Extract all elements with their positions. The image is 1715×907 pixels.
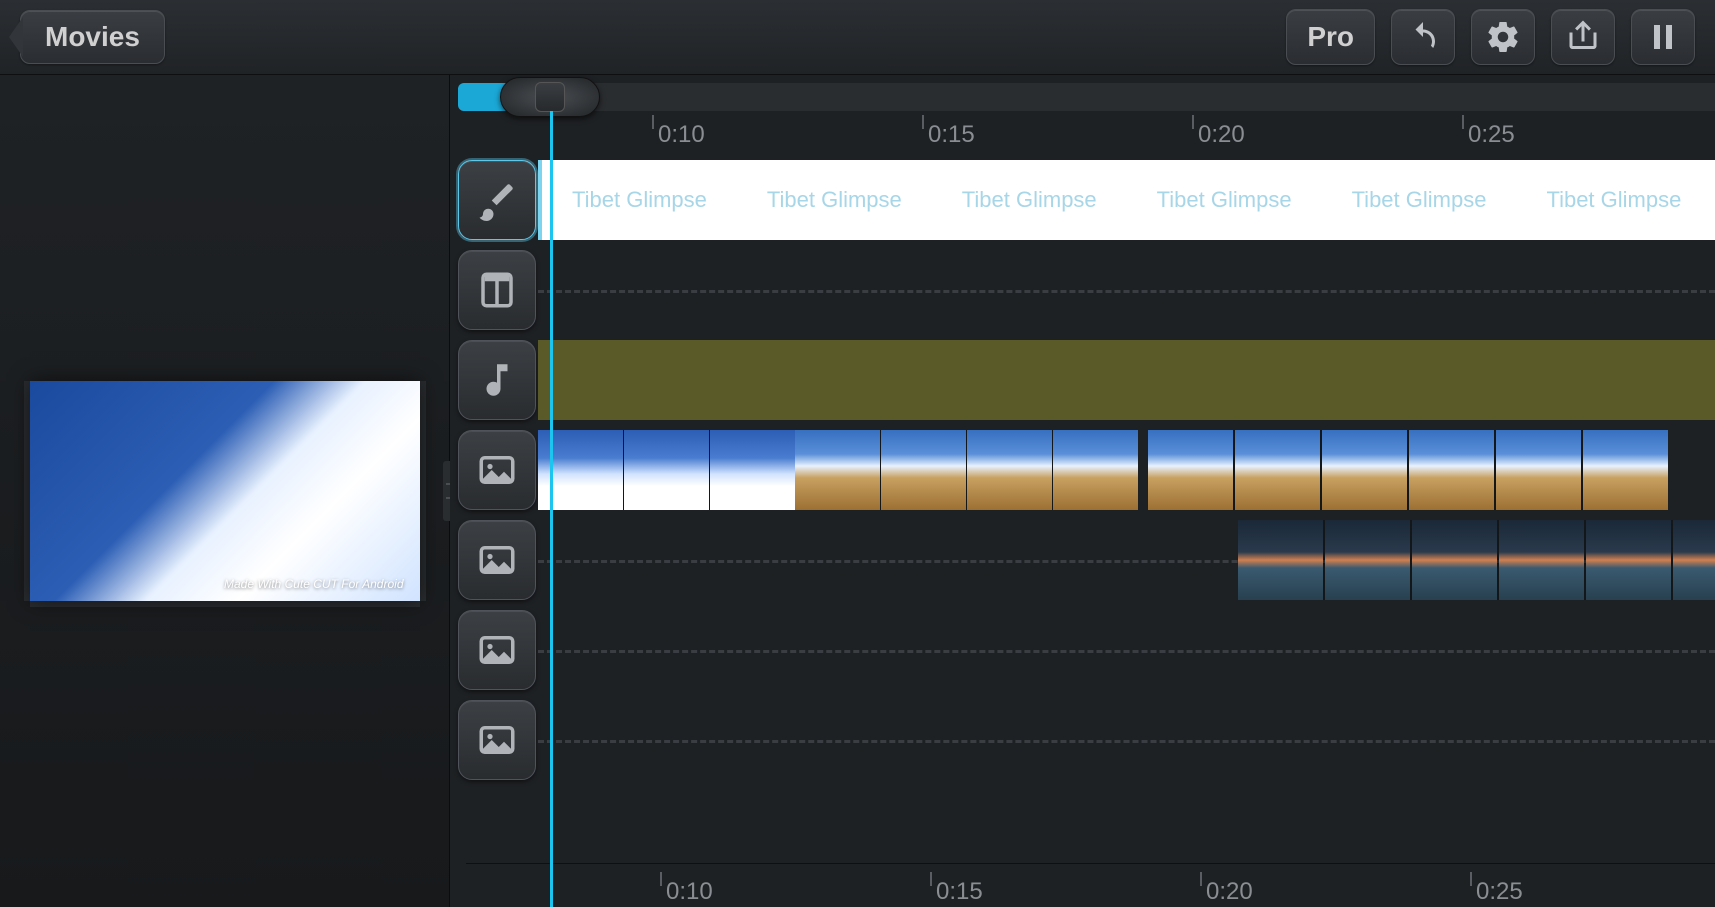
track-body-music[interactable]: [538, 340, 1715, 420]
track-body-image-1[interactable]: [538, 430, 1715, 510]
image-icon: [476, 449, 518, 491]
theme-clip[interactable]: Tibet Glimpse Tibet Glimpse Tibet Glimps…: [538, 160, 1715, 240]
theme-label: Tibet G: [1711, 187, 1715, 213]
track-head-image-2[interactable]: [458, 520, 536, 600]
music-clip[interactable]: [538, 340, 1715, 420]
ruler-tick: 0:15: [936, 878, 983, 906]
theme-label: Tibet Glimpse: [1127, 187, 1322, 213]
gear-icon: [1485, 19, 1521, 55]
settings-button[interactable]: [1471, 9, 1535, 65]
track-head-image-1[interactable]: [458, 430, 536, 510]
music-icon: [476, 359, 518, 401]
track-image-1: [458, 425, 1715, 515]
track-body-image-4[interactable]: [538, 700, 1715, 780]
theme-label: Tibet Glimpse: [737, 187, 932, 213]
theme-label: Tibet Glimpse: [932, 187, 1127, 213]
track-music: [458, 335, 1715, 425]
tracks: Tibet Glimpse Tibet Glimpse Tibet Glimps…: [458, 155, 1715, 785]
video-clip-mountain[interactable]: [1238, 520, 1715, 600]
theme-label: Tibet Glimpse: [1516, 187, 1711, 213]
track-body-image-2[interactable]: [538, 520, 1715, 600]
video-clip-sky[interactable]: [538, 430, 1138, 510]
preview-watermark: Made With Cute CUT For Android: [224, 577, 404, 591]
back-movies-button[interactable]: Movies: [20, 10, 165, 64]
ruler-tick: 0:10: [658, 121, 705, 149]
ruler-tick: 0:25: [1468, 121, 1515, 149]
undo-button[interactable]: [1391, 9, 1455, 65]
ruler-top[interactable]: 0:10 0:15 0:20 0:25: [458, 111, 1715, 155]
track-theme: Tibet Glimpse Tibet Glimpse Tibet Glimps…: [458, 155, 1715, 245]
image-icon: [476, 539, 518, 581]
track-image-2: [458, 515, 1715, 605]
text-icon: [476, 269, 518, 311]
ruler-tick: 0:20: [1198, 121, 1245, 149]
pro-button[interactable]: Pro: [1286, 9, 1375, 65]
ruler-bottom[interactable]: 0:10 0:15 0:20 0:25: [466, 863, 1715, 907]
track-body-theme[interactable]: Tibet Glimpse Tibet Glimpse Tibet Glimps…: [538, 160, 1715, 240]
pause-button[interactable]: [1631, 9, 1695, 65]
pause-icon: [1645, 19, 1681, 55]
share-icon: [1565, 19, 1601, 55]
scrub-bar[interactable]: [458, 83, 1715, 111]
track-head-image-3[interactable]: [458, 610, 536, 690]
preview-frame[interactable]: Made With Cute CUT For Android: [30, 381, 420, 601]
ruler-tick: 0:20: [1206, 878, 1253, 906]
playhead[interactable]: [550, 111, 553, 907]
track-head-image-4[interactable]: [458, 700, 536, 780]
track-image-3: [458, 605, 1715, 695]
image-icon: [476, 719, 518, 761]
undo-icon: [1405, 19, 1441, 55]
ruler-tick: 0:15: [928, 121, 975, 149]
toolbar: Movies Pro: [0, 0, 1715, 75]
track-body-image-3[interactable]: [538, 610, 1715, 690]
brush-icon: [476, 179, 518, 221]
share-button[interactable]: [1551, 9, 1615, 65]
track-head-theme[interactable]: [458, 160, 536, 240]
image-icon: [476, 629, 518, 671]
track-text: [458, 245, 1715, 335]
track-image-4: [458, 695, 1715, 785]
ruler-tick: 0:25: [1476, 878, 1523, 906]
ruler-tick: 0:10: [666, 878, 713, 906]
timeline-panel: 0:10 0:15 0:20 0:25 Tibet Glimpse Tibet …: [450, 75, 1715, 907]
theme-label: Tibet Glimpse: [1322, 187, 1517, 213]
back-label: Movies: [45, 21, 140, 52]
video-clip-desert[interactable]: [1148, 430, 1715, 510]
preview-panel: Made With Cute CUT For Android: [0, 75, 450, 907]
track-head-music[interactable]: [458, 340, 536, 420]
track-body-text[interactable]: [538, 250, 1715, 330]
theme-label: Tibet Glimpse: [542, 187, 737, 213]
track-head-text[interactable]: [458, 250, 536, 330]
toolbar-right: Pro: [1286, 9, 1695, 65]
